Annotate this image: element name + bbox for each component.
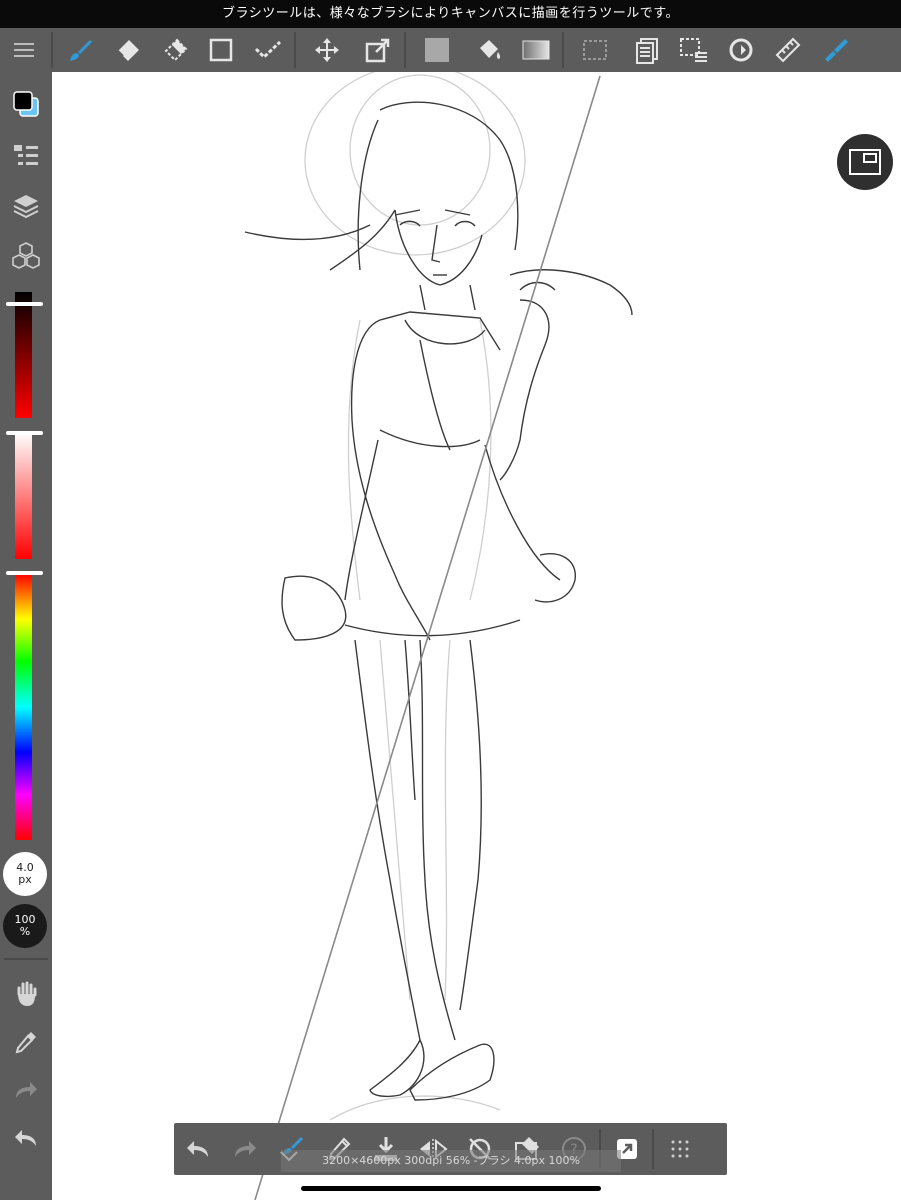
- move-tool-button[interactable]: [299, 28, 354, 72]
- hue-slider-handle[interactable]: [6, 571, 43, 575]
- shape-icon: [209, 38, 232, 62]
- shape-tool-button[interactable]: [197, 28, 244, 72]
- material-icon: [824, 39, 848, 62]
- material-button[interactable]: [811, 28, 858, 72]
- bottom-divider: [652, 1129, 654, 1169]
- blur-tool-button[interactable]: [150, 28, 197, 72]
- redo-button[interactable]: [221, 1123, 268, 1175]
- select-menu-button[interactable]: [670, 28, 717, 72]
- redo-button[interactable]: [0, 1068, 52, 1112]
- grid-menu-icon: [671, 1140, 688, 1158]
- hue-slider[interactable]: [15, 574, 32, 840]
- select-tool-button[interactable]: [567, 28, 623, 72]
- opacity-button[interactable]: 100 %: [3, 904, 47, 948]
- home-indicator: [301, 1186, 601, 1191]
- grid-menu-button[interactable]: [656, 1123, 703, 1175]
- brush-icon: [69, 40, 92, 61]
- undo-icon: [186, 1141, 208, 1157]
- bucket-icon: [479, 40, 500, 59]
- material-cubes-button[interactable]: [0, 234, 52, 278]
- fill-tool-button[interactable]: [409, 28, 465, 72]
- select-menu-icon: [679, 38, 707, 62]
- select-pen-icon: [254, 40, 281, 60]
- status-message: ブラシツールは、様々なブラシによりキャンバスに描画を行うツールです。: [0, 0, 901, 28]
- saturation-slider-handle[interactable]: [6, 431, 43, 435]
- brush-list-icon: [14, 145, 38, 165]
- navigator-icon: [849, 149, 881, 175]
- color-swatch[interactable]: [0, 82, 52, 126]
- menu-icon: [14, 43, 34, 57]
- eraser-tool-button[interactable]: [103, 28, 150, 72]
- eraser-icon: [116, 40, 139, 61]
- redo-icon: [16, 1082, 37, 1098]
- undo-button[interactable]: [0, 1116, 52, 1160]
- brush-tool-button[interactable]: [56, 28, 103, 72]
- toolbar-divider: [51, 32, 53, 68]
- rotate-button[interactable]: [717, 28, 764, 72]
- brush-size-button[interactable]: 4.0 px: [3, 852, 47, 896]
- main-toolbar: [0, 28, 901, 72]
- transform-icon: [365, 38, 389, 63]
- gradient-tool-button[interactable]: [512, 28, 559, 72]
- select-icon: [583, 40, 607, 60]
- rotate-icon: [729, 38, 752, 62]
- layers-icon: [13, 195, 39, 219]
- move-icon: [314, 38, 339, 62]
- material-cubes-icon: [12, 242, 40, 269]
- navigator-button[interactable]: [837, 134, 893, 190]
- brush-list-button[interactable]: [0, 134, 52, 178]
- brightness-slider-handle[interactable]: [6, 302, 43, 306]
- saturation-slider[interactable]: [15, 432, 32, 559]
- hand-tool-button[interactable]: [0, 972, 52, 1016]
- bucket-tool-button[interactable]: [465, 28, 512, 72]
- select-pen-tool-button[interactable]: [244, 28, 291, 72]
- brush-size-unit: px: [18, 873, 32, 886]
- color-swatch-graphic: [13, 91, 39, 117]
- undo-icon: [15, 1130, 36, 1146]
- brightness-slider[interactable]: [15, 292, 32, 418]
- canvas-info: 3200×4600px 300dpi 56% -ブラシ 4.0px 100%: [281, 1150, 621, 1172]
- opacity-unit: %: [19, 925, 31, 938]
- sidebar-divider: [4, 958, 48, 960]
- blur-icon: [164, 38, 187, 62]
- drawing-canvas[interactable]: [52, 64, 901, 1201]
- toolbar-divider: [562, 32, 564, 68]
- menu-button[interactable]: [0, 28, 48, 72]
- toolbar-divider: [294, 32, 296, 68]
- layers-button[interactable]: [0, 184, 52, 228]
- transform-tool-button[interactable]: [354, 28, 401, 72]
- sketch-drawing: [244, 64, 633, 1201]
- ruler-button[interactable]: [764, 28, 811, 72]
- hand-icon: [17, 981, 37, 1006]
- left-sidebar: 4.0 px 100 %: [0, 72, 52, 1200]
- toolbar-divider: [404, 32, 406, 68]
- undo-button[interactable]: [174, 1123, 221, 1175]
- copy-layer-button[interactable]: [623, 28, 670, 72]
- copy-layer-icon: [635, 38, 658, 64]
- ruler-icon: [775, 37, 800, 63]
- eyedropper-icon: [15, 1032, 36, 1054]
- redo-icon: [234, 1141, 256, 1157]
- gradient-icon: [522, 40, 549, 60]
- eyedropper-button[interactable]: [0, 1020, 52, 1064]
- fill-icon: [425, 38, 449, 62]
